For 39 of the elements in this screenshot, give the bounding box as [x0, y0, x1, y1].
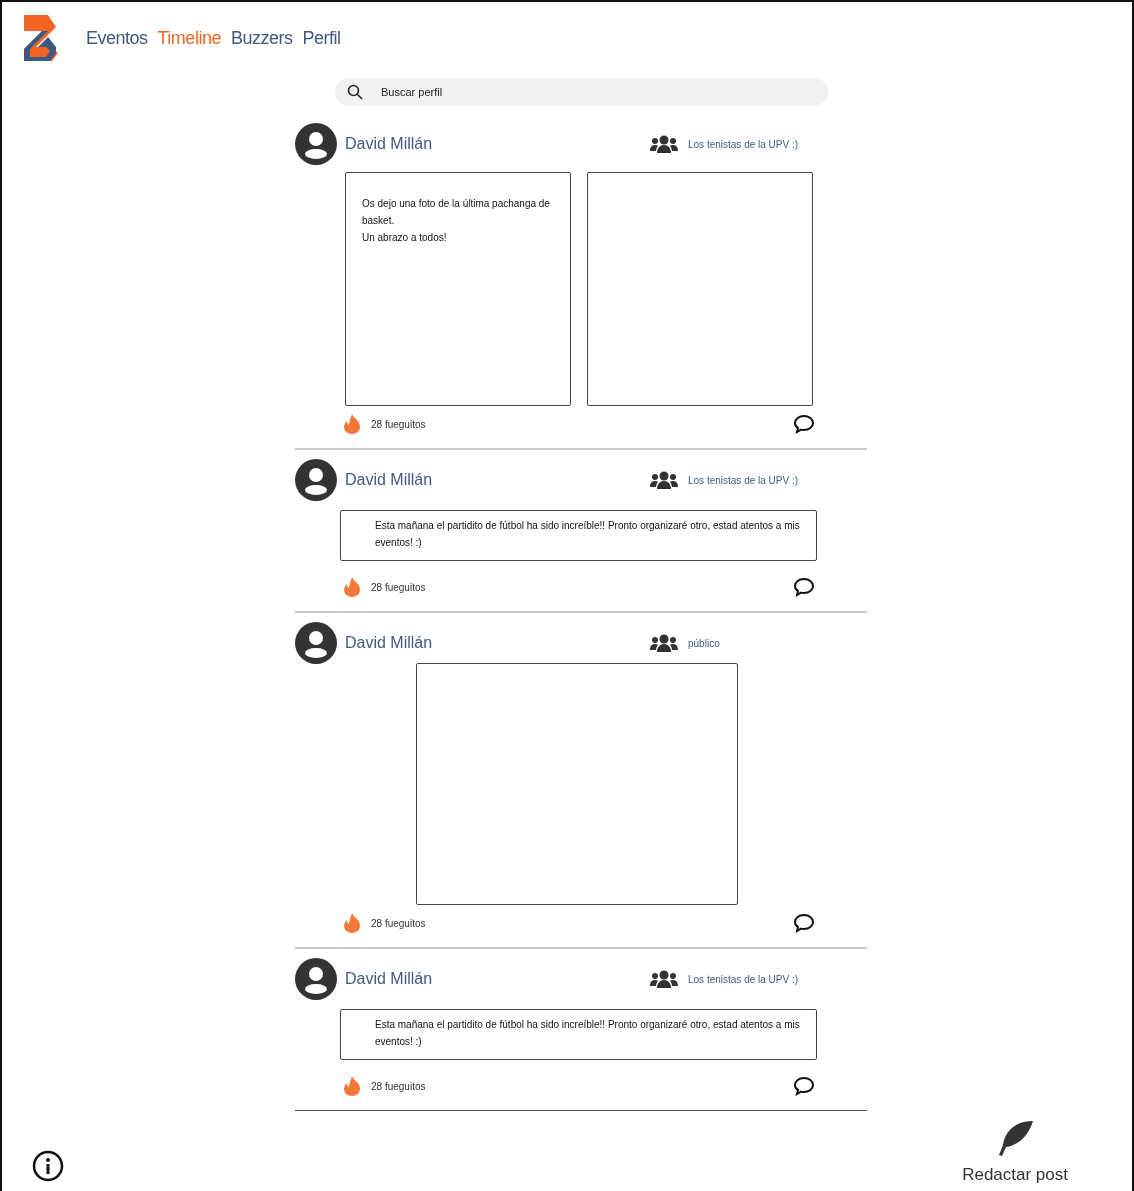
reaction-count: 28 fueguitos [371, 418, 427, 430]
nav-link[interactable]: Eventos [86, 27, 148, 49]
post-text: Esta mañana el partidito de fútbol ha sido increíble!! Pronto organizaré otro, estad atentos a mis eventos! :) [340, 510, 817, 561]
nav-link[interactable]: Perfil [302, 27, 341, 49]
flame-icon[interactable] [343, 577, 361, 597]
flame-icon[interactable] [343, 414, 361, 434]
audience-link[interactable]: Los tenistas de la UPV :) [688, 973, 799, 985]
nav-link[interactable]: Buzzers [230, 27, 293, 49]
logo-icon[interactable] [22, 13, 60, 63]
search-icon [347, 84, 363, 100]
audience-link[interactable]: Los tenistas de la UPV :) [688, 474, 799, 486]
audience-link[interactable]: público [688, 637, 720, 649]
avatar-icon [295, 958, 337, 1000]
reaction-count: 28 fueguitos [371, 581, 427, 593]
group-icon [650, 135, 678, 153]
search-field[interactable]: Buscar perfil [335, 78, 828, 106]
group-icon [650, 970, 678, 988]
comment-icon[interactable] [793, 577, 815, 597]
avatar-icon [295, 622, 337, 664]
group-icon [650, 634, 678, 652]
author-name[interactable]: David Millán [345, 471, 650, 489]
post-text: Os dejo una foto de la última pachanga de basket. Un abrazo a todos! [345, 172, 571, 406]
author-name[interactable]: David Millán [345, 970, 650, 988]
comment-icon[interactable] [793, 913, 815, 933]
post-text: Esta mañana el partidito de fútbol ha sido increíble!! Pronto organizaré otro, estad atentos a mis eventos! :) [340, 1009, 817, 1060]
author-name[interactable]: David Millán [345, 135, 650, 153]
comment-icon[interactable] [793, 414, 815, 434]
flame-icon[interactable] [343, 1076, 361, 1096]
avatar-icon [295, 123, 337, 165]
reaction-count: 28 fueguitos [371, 1080, 427, 1092]
comment-icon[interactable] [793, 1076, 815, 1096]
avatar-icon [295, 459, 337, 501]
audience-link[interactable]: Los tenistas de la UPV :) [688, 138, 799, 150]
group-icon [650, 471, 678, 489]
author-name[interactable]: David Millán [345, 634, 650, 652]
flame-icon[interactable] [343, 913, 361, 933]
reaction-count: 28 fueguitos [371, 917, 427, 929]
info-icon[interactable] [32, 1150, 64, 1182]
compose-button[interactable]: Redactar post [962, 1119, 1068, 1185]
